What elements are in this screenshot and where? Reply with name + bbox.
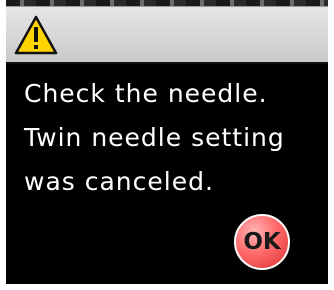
ok-button[interactable]: OK: [234, 214, 290, 270]
bottom-border: [6, 284, 328, 290]
message-line-1: Check the needle.: [24, 79, 268, 108]
alert-screen: Check the needle. Twin needle setting wa…: [0, 0, 334, 290]
message-line-3: was canceled.: [24, 167, 214, 196]
ok-button-label: OK: [243, 228, 281, 255]
right-border: [328, 0, 334, 290]
alert-header: [6, 6, 328, 64]
alert-message-panel: Check the needle. Twin needle setting wa…: [6, 64, 328, 284]
message-line-2: Twin needle setting: [24, 123, 285, 152]
warning-icon: [14, 15, 58, 55]
